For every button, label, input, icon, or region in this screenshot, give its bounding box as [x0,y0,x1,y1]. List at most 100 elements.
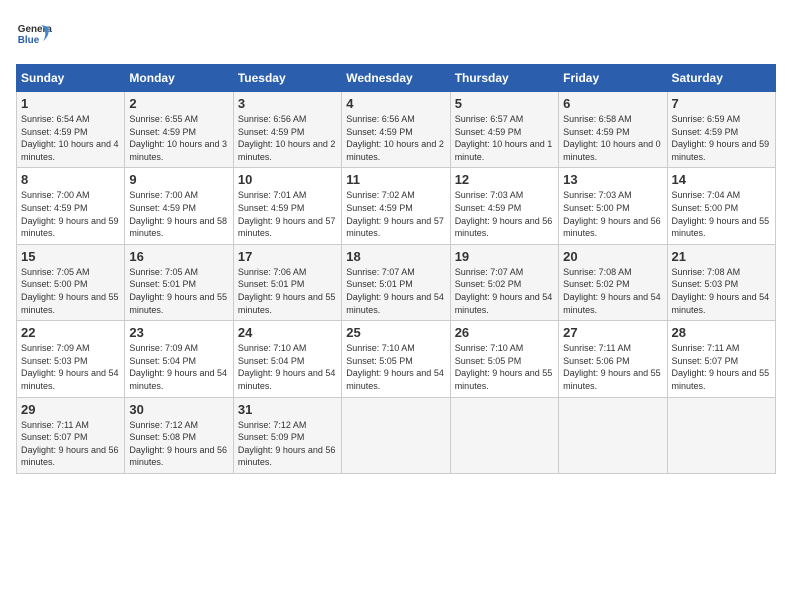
day-detail: Sunrise: 7:10 AMSunset: 5:04 PMDaylight:… [238,343,336,391]
day-number: 21 [672,249,771,264]
weekday-header-tuesday: Tuesday [233,65,341,92]
calendar-cell: 28 Sunrise: 7:11 AMSunset: 5:07 PMDaylig… [667,321,775,397]
logo-icon: General Blue [16,16,52,52]
day-detail: Sunrise: 7:12 AMSunset: 5:08 PMDaylight:… [129,420,227,468]
calendar-cell: 13 Sunrise: 7:03 AMSunset: 5:00 PMDaylig… [559,168,667,244]
calendar-cell: 20 Sunrise: 7:08 AMSunset: 5:02 PMDaylig… [559,244,667,320]
calendar-cell: 10 Sunrise: 7:01 AMSunset: 4:59 PMDaylig… [233,168,341,244]
day-number: 22 [21,325,120,340]
calendar-cell: 1 Sunrise: 6:54 AMSunset: 4:59 PMDayligh… [17,92,125,168]
day-number: 25 [346,325,445,340]
svg-text:Blue: Blue [18,35,40,46]
day-number: 6 [563,96,662,111]
day-detail: Sunrise: 7:12 AMSunset: 5:09 PMDaylight:… [238,420,336,468]
day-number: 18 [346,249,445,264]
calendar-table: SundayMondayTuesdayWednesdayThursdayFrid… [16,64,776,474]
day-number: 14 [672,172,771,187]
day-detail: Sunrise: 7:11 AMSunset: 5:07 PMDaylight:… [21,420,119,468]
weekday-header-saturday: Saturday [667,65,775,92]
day-detail: Sunrise: 7:10 AMSunset: 5:05 PMDaylight:… [455,343,553,391]
day-number: 24 [238,325,337,340]
day-number: 13 [563,172,662,187]
calendar-cell: 5 Sunrise: 6:57 AMSunset: 4:59 PMDayligh… [450,92,558,168]
day-number: 29 [21,402,120,417]
day-detail: Sunrise: 7:07 AMSunset: 5:02 PMDaylight:… [455,267,553,315]
calendar-cell [667,397,775,473]
header: General Blue [16,16,776,52]
calendar-cell: 3 Sunrise: 6:56 AMSunset: 4:59 PMDayligh… [233,92,341,168]
day-detail: Sunrise: 7:09 AMSunset: 5:04 PMDaylight:… [129,343,227,391]
calendar-body: 1 Sunrise: 6:54 AMSunset: 4:59 PMDayligh… [17,92,776,474]
day-number: 4 [346,96,445,111]
day-detail: Sunrise: 7:03 AMSunset: 4:59 PMDaylight:… [455,190,553,238]
calendar-cell: 26 Sunrise: 7:10 AMSunset: 5:05 PMDaylig… [450,321,558,397]
calendar-cell: 11 Sunrise: 7:02 AMSunset: 4:59 PMDaylig… [342,168,450,244]
calendar-cell [559,397,667,473]
day-number: 5 [455,96,554,111]
day-detail: Sunrise: 7:00 AMSunset: 4:59 PMDaylight:… [129,190,227,238]
calendar-cell [342,397,450,473]
day-number: 27 [563,325,662,340]
day-detail: Sunrise: 7:06 AMSunset: 5:01 PMDaylight:… [238,267,336,315]
day-number: 19 [455,249,554,264]
calendar-cell: 6 Sunrise: 6:58 AMSunset: 4:59 PMDayligh… [559,92,667,168]
day-detail: Sunrise: 6:56 AMSunset: 4:59 PMDaylight:… [238,114,336,162]
day-detail: Sunrise: 7:08 AMSunset: 5:03 PMDaylight:… [672,267,770,315]
day-detail: Sunrise: 7:01 AMSunset: 4:59 PMDaylight:… [238,190,336,238]
calendar-cell: 24 Sunrise: 7:10 AMSunset: 5:04 PMDaylig… [233,321,341,397]
calendar-cell: 21 Sunrise: 7:08 AMSunset: 5:03 PMDaylig… [667,244,775,320]
day-detail: Sunrise: 7:03 AMSunset: 5:00 PMDaylight:… [563,190,661,238]
weekday-header-wednesday: Wednesday [342,65,450,92]
day-number: 2 [129,96,228,111]
calendar-cell: 22 Sunrise: 7:09 AMSunset: 5:03 PMDaylig… [17,321,125,397]
day-number: 17 [238,249,337,264]
day-detail: Sunrise: 7:05 AMSunset: 5:00 PMDaylight:… [21,267,119,315]
day-number: 23 [129,325,228,340]
day-number: 8 [21,172,120,187]
calendar-cell: 25 Sunrise: 7:10 AMSunset: 5:05 PMDaylig… [342,321,450,397]
weekday-header-friday: Friday [559,65,667,92]
day-detail: Sunrise: 7:11 AMSunset: 5:06 PMDaylight:… [563,343,661,391]
week-row-1: 1 Sunrise: 6:54 AMSunset: 4:59 PMDayligh… [17,92,776,168]
calendar-cell: 30 Sunrise: 7:12 AMSunset: 5:08 PMDaylig… [125,397,233,473]
day-detail: Sunrise: 6:58 AMSunset: 4:59 PMDaylight:… [563,114,661,162]
day-detail: Sunrise: 7:07 AMSunset: 5:01 PMDaylight:… [346,267,444,315]
day-number: 1 [21,96,120,111]
calendar-cell: 9 Sunrise: 7:00 AMSunset: 4:59 PMDayligh… [125,168,233,244]
day-number: 16 [129,249,228,264]
calendar-cell: 2 Sunrise: 6:55 AMSunset: 4:59 PMDayligh… [125,92,233,168]
day-number: 9 [129,172,228,187]
calendar-cell: 8 Sunrise: 7:00 AMSunset: 4:59 PMDayligh… [17,168,125,244]
calendar-cell: 27 Sunrise: 7:11 AMSunset: 5:06 PMDaylig… [559,321,667,397]
calendar-cell: 4 Sunrise: 6:56 AMSunset: 4:59 PMDayligh… [342,92,450,168]
weekday-header-sunday: Sunday [17,65,125,92]
weekday-header-monday: Monday [125,65,233,92]
day-detail: Sunrise: 6:57 AMSunset: 4:59 PMDaylight:… [455,114,553,162]
week-row-2: 8 Sunrise: 7:00 AMSunset: 4:59 PMDayligh… [17,168,776,244]
day-detail: Sunrise: 7:00 AMSunset: 4:59 PMDaylight:… [21,190,119,238]
day-detail: Sunrise: 7:09 AMSunset: 5:03 PMDaylight:… [21,343,119,391]
day-number: 3 [238,96,337,111]
day-detail: Sunrise: 7:04 AMSunset: 5:00 PMDaylight:… [672,190,770,238]
week-row-4: 22 Sunrise: 7:09 AMSunset: 5:03 PMDaylig… [17,321,776,397]
calendar-cell: 7 Sunrise: 6:59 AMSunset: 4:59 PMDayligh… [667,92,775,168]
day-number: 10 [238,172,337,187]
day-number: 20 [563,249,662,264]
calendar-cell: 15 Sunrise: 7:05 AMSunset: 5:00 PMDaylig… [17,244,125,320]
day-detail: Sunrise: 6:54 AMSunset: 4:59 PMDaylight:… [21,114,119,162]
calendar-cell: 16 Sunrise: 7:05 AMSunset: 5:01 PMDaylig… [125,244,233,320]
day-number: 15 [21,249,120,264]
day-number: 30 [129,402,228,417]
day-number: 11 [346,172,445,187]
week-row-5: 29 Sunrise: 7:11 AMSunset: 5:07 PMDaylig… [17,397,776,473]
day-detail: Sunrise: 6:59 AMSunset: 4:59 PMDaylight:… [672,114,770,162]
calendar-cell: 17 Sunrise: 7:06 AMSunset: 5:01 PMDaylig… [233,244,341,320]
day-number: 12 [455,172,554,187]
weekday-header-thursday: Thursday [450,65,558,92]
day-detail: Sunrise: 7:08 AMSunset: 5:02 PMDaylight:… [563,267,661,315]
weekday-header-row: SundayMondayTuesdayWednesdayThursdayFrid… [17,65,776,92]
day-number: 7 [672,96,771,111]
logo: General Blue [16,16,52,52]
calendar-cell: 31 Sunrise: 7:12 AMSunset: 5:09 PMDaylig… [233,397,341,473]
day-number: 28 [672,325,771,340]
